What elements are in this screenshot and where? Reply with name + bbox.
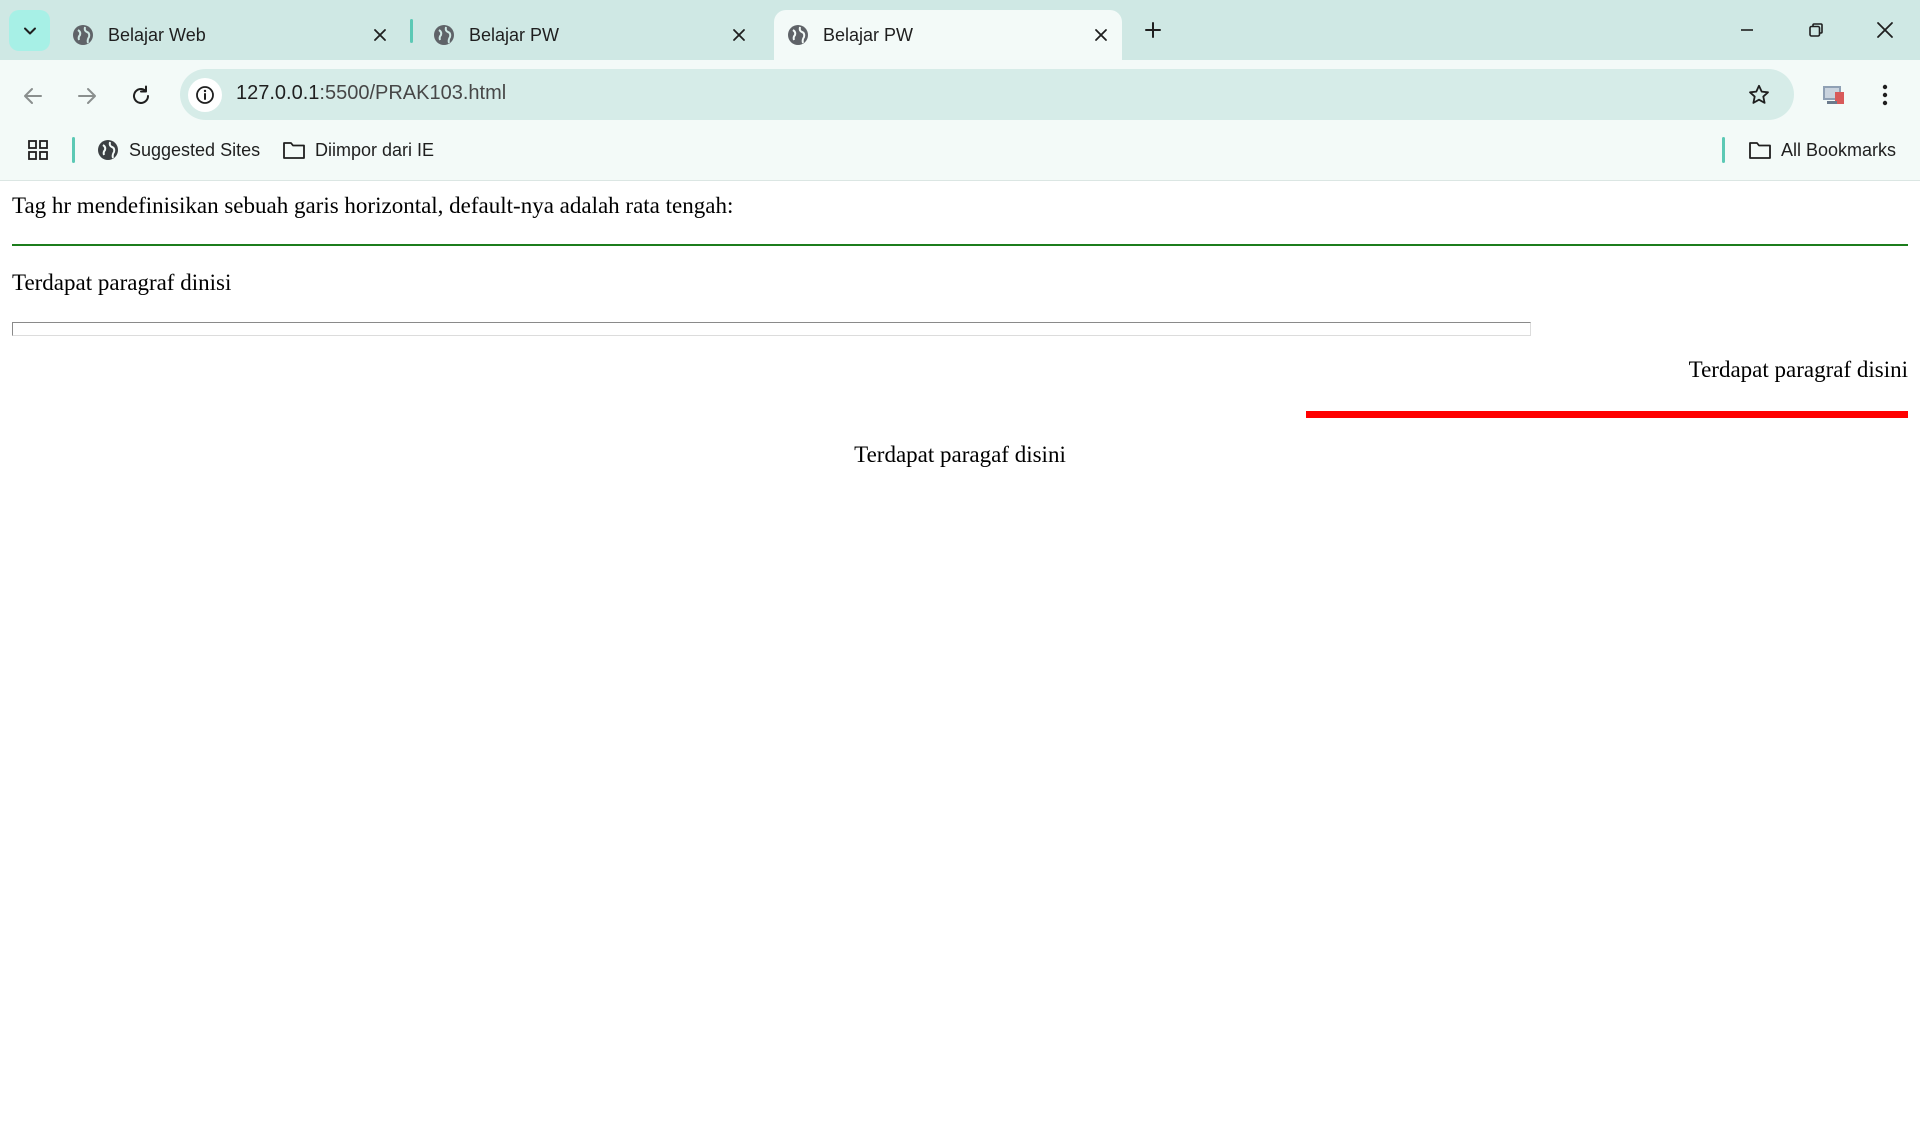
back-button[interactable] (16, 79, 50, 113)
close-icon[interactable] (726, 22, 752, 48)
tab-title: Belajar Web (108, 24, 206, 45)
horizontal-rule-default (12, 322, 1531, 336)
close-window-button[interactable] (1860, 10, 1910, 50)
horizontal-rule-green (12, 244, 1908, 246)
tab-separator (410, 19, 413, 43)
profile-icon (1823, 86, 1844, 104)
folder-icon (282, 138, 306, 162)
bookmark-suggested-sites[interactable]: Suggested Sites (96, 133, 260, 167)
bookmark-separator (72, 137, 75, 163)
reload-button[interactable] (124, 79, 158, 113)
close-icon[interactable] (1088, 22, 1114, 48)
url-host: 127.0.0.1 (236, 82, 320, 104)
globe-icon (72, 24, 94, 46)
arrow-right-icon (78, 88, 96, 104)
page-content: Tag hr mendefinisikan sebuah garis horiz… (0, 181, 1920, 1128)
bookmark-folder-diimpor[interactable]: Diimpor dari IE (282, 133, 434, 167)
extension-button[interactable] (1819, 80, 1849, 110)
paragraph-center: Terdapat paragaf disini (854, 442, 1066, 467)
paragraph-hr-intro: Tag hr mendefinisikan sebuah garis horiz… (12, 193, 734, 218)
globe-icon (433, 24, 455, 46)
url-text[interactable]: 127.0.0.1:5500/PRAK103.html (236, 82, 506, 105)
tab-strip: Belajar Web Belajar PW Belajar PW (0, 0, 1920, 60)
paragraph-left: Terdapat paragraf dinisi (12, 270, 232, 295)
bookmark-separator (1722, 137, 1725, 163)
tab-2[interactable]: Belajar PW (420, 10, 760, 60)
horizontal-rule-red (1306, 411, 1908, 418)
star-icon (1749, 84, 1769, 104)
minimize-button[interactable] (1722, 10, 1772, 50)
chevron-down-icon (23, 27, 36, 34)
tab-3-active[interactable]: Belajar PW (774, 10, 1122, 60)
more-vert-icon (1882, 84, 1888, 106)
tab-title: Belajar PW (469, 24, 560, 45)
tab-search-button[interactable] (9, 10, 50, 51)
menu-button[interactable] (1870, 80, 1900, 110)
bookmark-star-button[interactable] (1742, 78, 1776, 112)
paragraph-right: Terdapat paragraf disini (1688, 357, 1908, 382)
plus-icon (1145, 22, 1161, 38)
restore-icon (1809, 23, 1823, 37)
reload-icon (133, 85, 149, 104)
restore-button[interactable] (1791, 10, 1841, 50)
all-bookmarks-button[interactable]: All Bookmarks (1748, 133, 1896, 167)
tab-1[interactable]: Belajar Web (59, 10, 401, 60)
tab-title: Belajar PW (823, 24, 914, 45)
globe-icon (96, 138, 120, 162)
globe-icon (787, 24, 809, 46)
arrow-left-icon (24, 88, 42, 104)
apps-grid-icon (26, 138, 50, 162)
all-bookmarks-label: All Bookmarks (1781, 139, 1897, 160)
url-path: :5500/PRAK103.html (319, 82, 507, 104)
close-icon (1877, 22, 1893, 38)
minimize-icon (1741, 29, 1753, 31)
bookmark-label: Suggested Sites (129, 139, 261, 160)
folder-icon (1748, 138, 1772, 162)
site-info-button[interactable] (188, 78, 222, 112)
bookmark-label: Diimpor dari IE (315, 139, 435, 160)
new-tab-button[interactable] (1138, 15, 1168, 45)
close-icon[interactable] (367, 22, 393, 48)
info-icon (196, 86, 214, 104)
apps-button[interactable] (26, 133, 59, 167)
forward-button[interactable] (70, 79, 104, 113)
